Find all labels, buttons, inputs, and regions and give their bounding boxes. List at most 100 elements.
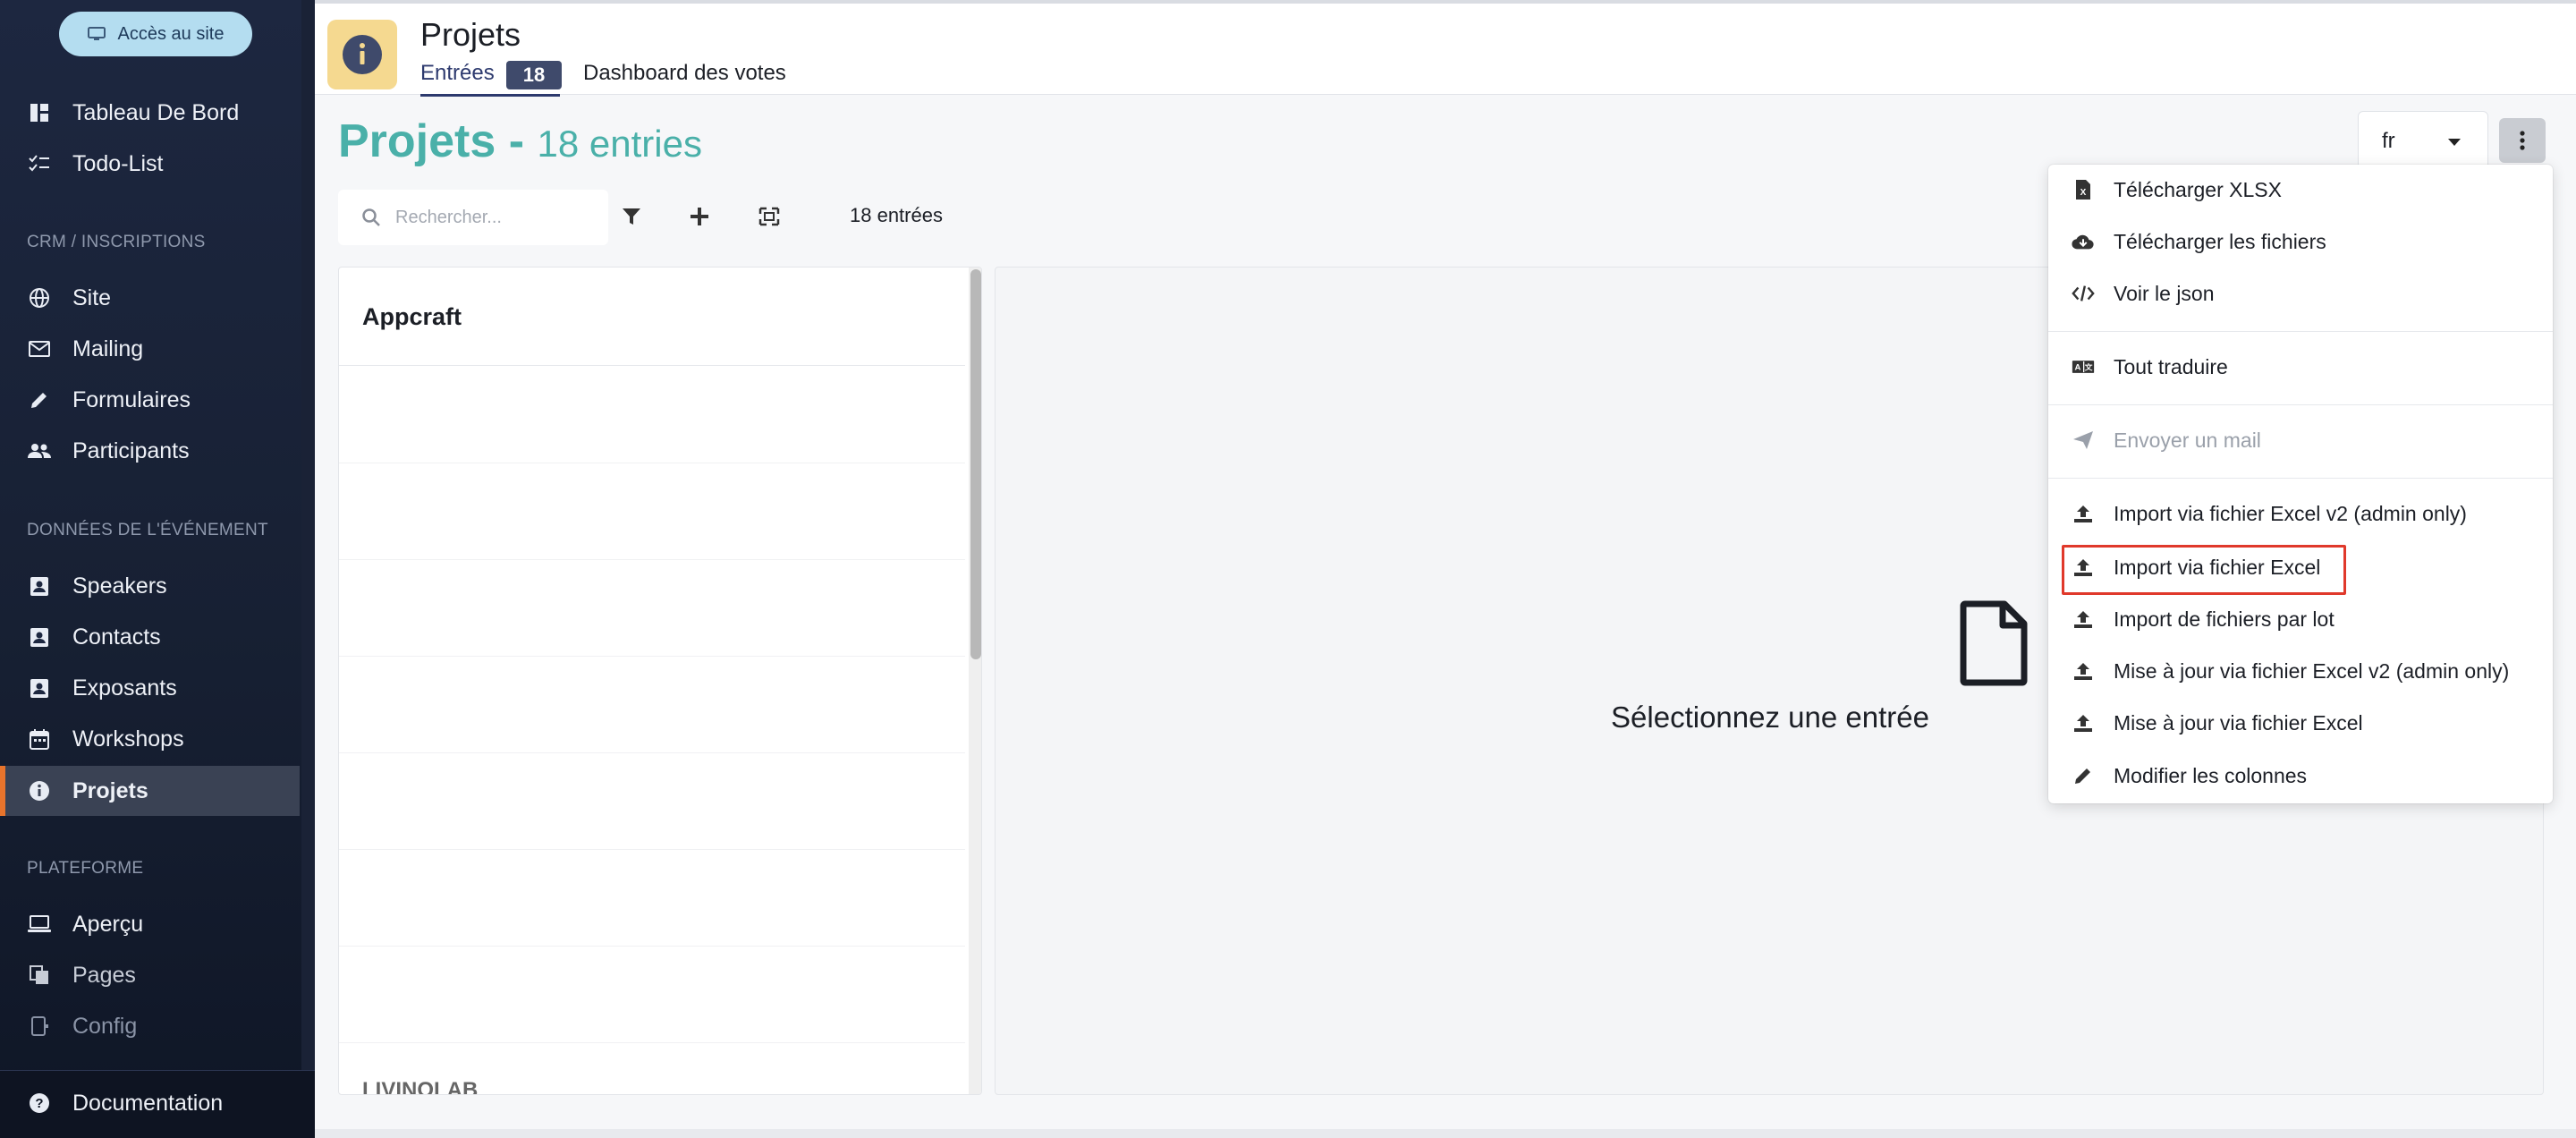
laptop-icon [27, 912, 52, 937]
sidebar: Accès au site Tableau De Bord Todo-List … [0, 0, 315, 1138]
entries-count-label: 18 entrées [850, 204, 943, 226]
sidebar-item-pages[interactable]: Pages [0, 950, 300, 1000]
fullscreen-button[interactable] [753, 200, 785, 233]
sidebar-item-dashboard[interactable]: Tableau De Bord [0, 88, 300, 138]
bottom-edge [315, 1129, 2576, 1138]
page-header: Projets Entrées 18 Dashboard des votes [315, 4, 2576, 97]
chevron-down-icon [2448, 139, 2461, 146]
tab-dashboard-votes[interactable]: Dashboard des votes [583, 61, 786, 86]
sidebar-item-label: Pages [72, 962, 136, 988]
row-divider [339, 656, 965, 657]
menu-item-translate-all[interactable]: A文 Tout traduire [2048, 342, 2553, 392]
menu-divider [2048, 478, 2553, 479]
sidebar-item-exposants[interactable]: Exposants [0, 663, 300, 713]
site-access-label: Accès au site [117, 23, 225, 44]
sidebar-scrollbar[interactable] [301, 0, 315, 1070]
list-item[interactable]: Appcraft [339, 268, 965, 366]
pages-icon [27, 963, 52, 988]
search-icon [362, 208, 380, 226]
config-icon [27, 1014, 52, 1039]
menu-item-view-json[interactable]: Voir le json [2048, 268, 2553, 318]
list-item-partial[interactable]: LIVINOLAB [362, 1078, 478, 1094]
menu-item-label: Mise à jour via fichier Excel v2 (admin … [2114, 658, 2510, 683]
contact-card-icon [27, 624, 52, 650]
monitor-icon [87, 27, 106, 40]
sidebar-item-participants[interactable]: Participants [0, 426, 300, 476]
section-title-platform: PLATEFORME [27, 859, 144, 878]
tab-entrees[interactable]: Entrées [420, 61, 495, 86]
svg-text:?: ? [35, 1096, 43, 1111]
entries-count-badge: 18 [506, 61, 562, 89]
menu-divider [2048, 404, 2553, 405]
sidebar-item-projets[interactable]: Projets [0, 766, 300, 816]
send-icon [2072, 429, 2095, 452]
code-icon [2072, 282, 2095, 305]
menu-item-import-excel[interactable]: Import via fichier Excel [2048, 542, 2553, 592]
sidebar-item-label: Tableau De Bord [72, 99, 240, 125]
filter-button[interactable] [615, 200, 648, 233]
sidebar-item-todo-list[interactable]: Todo-List [0, 139, 300, 189]
menu-item-download-xlsx[interactable]: X Télécharger XLSX [2048, 165, 2553, 215]
menu-item-label: Envoyer un mail [2114, 428, 2261, 452]
list-scrollbar-thumb[interactable] [970, 269, 981, 659]
upload-icon [2072, 711, 2095, 735]
info-icon [27, 778, 52, 803]
add-entry-button[interactable] [683, 200, 716, 233]
sidebar-item-label: Mailing [72, 335, 144, 361]
section-title-event: DONNÉES DE L'ÉVÉNEMENT [27, 521, 268, 539]
cloud-download-icon [2072, 230, 2095, 253]
search-input[interactable] [395, 207, 592, 228]
people-icon [27, 438, 52, 463]
projects-app-icon [327, 20, 397, 89]
kebab-menu-icon [2520, 131, 2525, 150]
menu-item-download-files[interactable]: Télécharger les fichiers [2048, 217, 2553, 267]
sidebar-item-config[interactable]: Config [0, 1001, 300, 1051]
more-options-menu: X Télécharger XLSX Télécharger les fichi… [2048, 165, 2553, 803]
sidebar-item-speakers[interactable]: Speakers [0, 561, 300, 611]
sidebar-item-label: Todo-List [72, 150, 164, 176]
language-value: fr [2382, 129, 2395, 153]
row-divider [339, 752, 965, 753]
search-box[interactable] [338, 190, 608, 245]
menu-item-batch-import[interactable]: Import de fichiers par lot [2048, 594, 2553, 644]
menu-item-label: Import via fichier Excel [2114, 555, 2321, 579]
menu-item-import-excel-v2[interactable]: Import via fichier Excel v2 (admin only) [2048, 488, 2553, 539]
sidebar-item-label: Participants [72, 437, 190, 463]
sidebar-item-apercu[interactable]: Aperçu [0, 899, 300, 949]
menu-item-send-mail[interactable]: Envoyer un mail [2048, 415, 2553, 465]
sidebar-footer: ? Documentation [0, 1070, 315, 1138]
contact-card-icon [27, 675, 52, 701]
row-divider [339, 849, 965, 850]
documentation-link[interactable]: ? Documentation [0, 1078, 300, 1128]
contact-card-icon [27, 573, 52, 599]
plus-icon [691, 208, 708, 225]
svg-text:A: A [2074, 362, 2080, 372]
help-icon: ? [27, 1091, 52, 1116]
sidebar-item-site[interactable]: Site [0, 273, 300, 323]
sidebar-item-label: Exposants [72, 675, 177, 701]
sidebar-item-label: Site [72, 284, 112, 310]
site-access-button[interactable]: Accès au site [59, 12, 252, 56]
document-icon [1960, 600, 2028, 686]
translate-icon: A文 [2072, 355, 2095, 378]
globe-icon [27, 285, 52, 310]
sidebar-item-mailing[interactable]: Mailing [0, 324, 300, 374]
mail-icon [27, 336, 52, 361]
page-title: Projets [420, 16, 521, 53]
section-title-crm: CRM / INSCRIPTIONS [27, 233, 206, 251]
sidebar-item-label: Workshops [72, 726, 184, 752]
menu-divider [2048, 331, 2553, 332]
sidebar-item-workshops[interactable]: Workshops [0, 714, 300, 764]
menu-item-edit-columns[interactable]: Modifier les colonnes [2048, 751, 2553, 801]
menu-item-label: Tout traduire [2114, 354, 2228, 378]
sidebar-item-formulaires[interactable]: Formulaires [0, 375, 300, 425]
upload-icon [2072, 659, 2095, 683]
list-heading-count: 18 entries [537, 123, 702, 165]
sidebar-item-contacts[interactable]: Contacts [0, 612, 300, 662]
language-select[interactable]: fr [2358, 111, 2488, 172]
menu-item-label: Voir le json [2114, 281, 2215, 305]
menu-item-update-excel-v2[interactable]: Mise à jour via fichier Excel v2 (admin … [2048, 646, 2553, 696]
upload-icon [2072, 556, 2095, 579]
menu-item-update-excel[interactable]: Mise à jour via fichier Excel [2048, 698, 2553, 748]
more-options-button[interactable] [2499, 118, 2546, 163]
